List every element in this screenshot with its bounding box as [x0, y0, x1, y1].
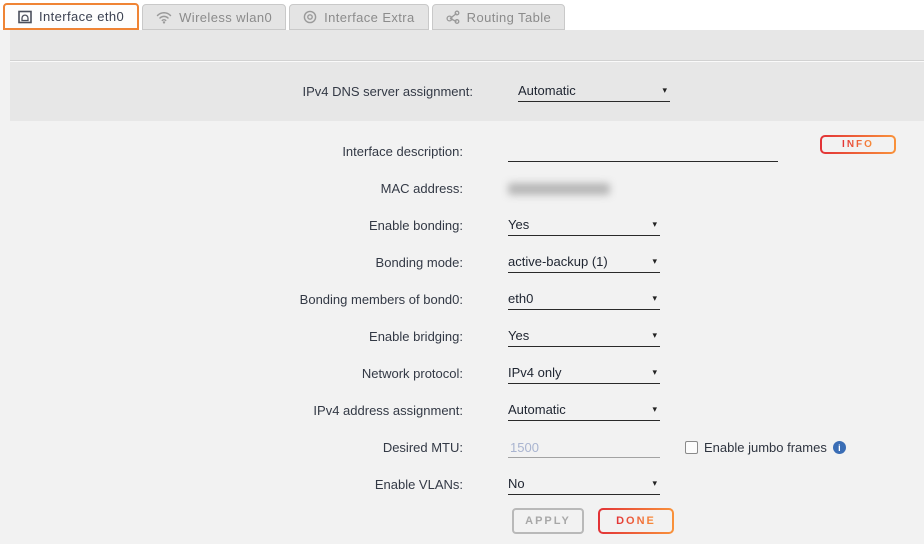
enable-bonding-select[interactable]: Yes ▾ [508, 215, 660, 236]
enable-bonding-value: Yes [508, 217, 529, 232]
enable-bridging-label: Enable bridging: [0, 329, 463, 344]
desired-mtu-label: Desired MTU: [0, 440, 463, 455]
bonding-mode-row: Bonding mode: active-backup (1) ▾ [0, 244, 924, 281]
apply-button[interactable]: APPLY [512, 508, 584, 534]
ipv4-assignment-select[interactable]: Automatic ▾ [508, 400, 660, 421]
tab-label: Interface eth0 [39, 9, 124, 24]
tab-label: Interface Extra [324, 10, 415, 25]
tab-label: Wireless wlan0 [179, 10, 272, 25]
bonding-members-label: Bonding members of bond0: [0, 292, 463, 307]
bonding-members-row: Bonding members of bond0: eth0 ▾ [0, 281, 924, 318]
dropdown-caret-icon: ▾ [662, 85, 667, 96]
network-protocol-label: Network protocol: [0, 366, 463, 381]
dropdown-caret-icon: ▾ [652, 293, 657, 304]
dropdown-caret-icon: ▾ [652, 478, 657, 489]
form-actions: APPLY DONE [512, 508, 924, 534]
desired-mtu-row: Desired MTU: Enable jumbo frames i [0, 429, 924, 466]
network-protocol-value: IPv4 only [508, 365, 561, 380]
interface-settings-form: Interface description: INFO MAC address:… [0, 121, 924, 534]
bonding-mode-value: active-backup (1) [508, 254, 608, 269]
enable-jumbo-frames-checkbox[interactable] [685, 441, 698, 454]
network-protocol-select[interactable]: IPv4 only ▾ [508, 363, 660, 384]
bonding-mode-select[interactable]: active-backup (1) ▾ [508, 252, 660, 273]
info-button-label: INFO [842, 139, 874, 150]
ethernet-port-icon [18, 10, 32, 24]
enable-bridging-row: Enable bridging: Yes ▾ [0, 318, 924, 355]
enable-vlans-row: Enable VLANs: No ▾ [0, 466, 924, 503]
enable-vlans-select[interactable]: No ▾ [508, 474, 660, 495]
mac-address-value-redacted [508, 183, 610, 195]
dropdown-caret-icon: ▾ [652, 404, 657, 415]
bonding-members-select[interactable]: eth0 ▾ [508, 289, 660, 310]
target-circle-icon [303, 10, 317, 24]
desired-mtu-input[interactable] [508, 437, 660, 458]
dropdown-caret-icon: ▾ [652, 367, 657, 378]
toolbar-strip [10, 30, 924, 61]
tab-label: Routing Table [467, 10, 551, 25]
mac-address-row: MAC address: [0, 170, 924, 207]
interface-description-label: Interface description: [0, 144, 463, 159]
ipv4-assignment-value: Automatic [508, 402, 566, 417]
dns-assignment-select[interactable]: Automatic ▾ [518, 81, 670, 102]
dns-section: IPv4 DNS server assignment: Automatic ▾ [10, 61, 924, 121]
enable-vlans-label: Enable VLANs: [0, 477, 463, 492]
mac-address-label: MAC address: [0, 181, 463, 196]
enable-bonding-label: Enable bonding: [0, 218, 463, 233]
enable-bridging-select[interactable]: Yes ▾ [508, 326, 660, 347]
dns-assignment-value: Automatic [518, 83, 576, 98]
wifi-icon [156, 11, 172, 24]
tab-interface-eth0[interactable]: Interface eth0 [3, 3, 139, 30]
done-button[interactable]: DONE [598, 508, 674, 534]
info-button[interactable]: INFO [820, 135, 896, 154]
dropdown-caret-icon: ▾ [652, 256, 657, 267]
ipv4-assignment-label: IPv4 address assignment: [0, 403, 463, 418]
enable-jumbo-frames-label: Enable jumbo frames [704, 440, 827, 455]
tab-routing-table[interactable]: Routing Table [432, 4, 565, 30]
tab-bar: Interface eth0 Wireless wlan0 Interface … [0, 0, 924, 30]
interface-description-row: Interface description: INFO [0, 133, 924, 170]
info-tooltip-icon[interactable]: i [833, 441, 846, 454]
done-button-label: DONE [616, 515, 656, 527]
dns-assignment-label: IPv4 DNS server assignment: [10, 84, 473, 99]
bonding-mode-label: Bonding mode: [0, 255, 463, 270]
ipv4-assignment-row: IPv4 address assignment: Automatic ▾ [0, 392, 924, 429]
dropdown-caret-icon: ▾ [652, 219, 657, 230]
tab-wireless-wlan0[interactable]: Wireless wlan0 [142, 4, 286, 30]
bonding-members-value: eth0 [508, 291, 533, 306]
interface-description-input[interactable] [508, 141, 778, 162]
network-protocol-row: Network protocol: IPv4 only ▾ [0, 355, 924, 392]
dropdown-caret-icon: ▾ [652, 330, 657, 341]
jumbo-frames-group: Enable jumbo frames i [685, 440, 846, 455]
share-nodes-icon [446, 10, 460, 24]
enable-bonding-row: Enable bonding: Yes ▾ [0, 207, 924, 244]
dns-assignment-row: IPv4 DNS server assignment: Automatic ▾ [10, 73, 924, 110]
enable-bridging-value: Yes [508, 328, 529, 343]
tab-interface-extra[interactable]: Interface Extra [289, 4, 429, 30]
enable-vlans-value: No [508, 476, 525, 491]
